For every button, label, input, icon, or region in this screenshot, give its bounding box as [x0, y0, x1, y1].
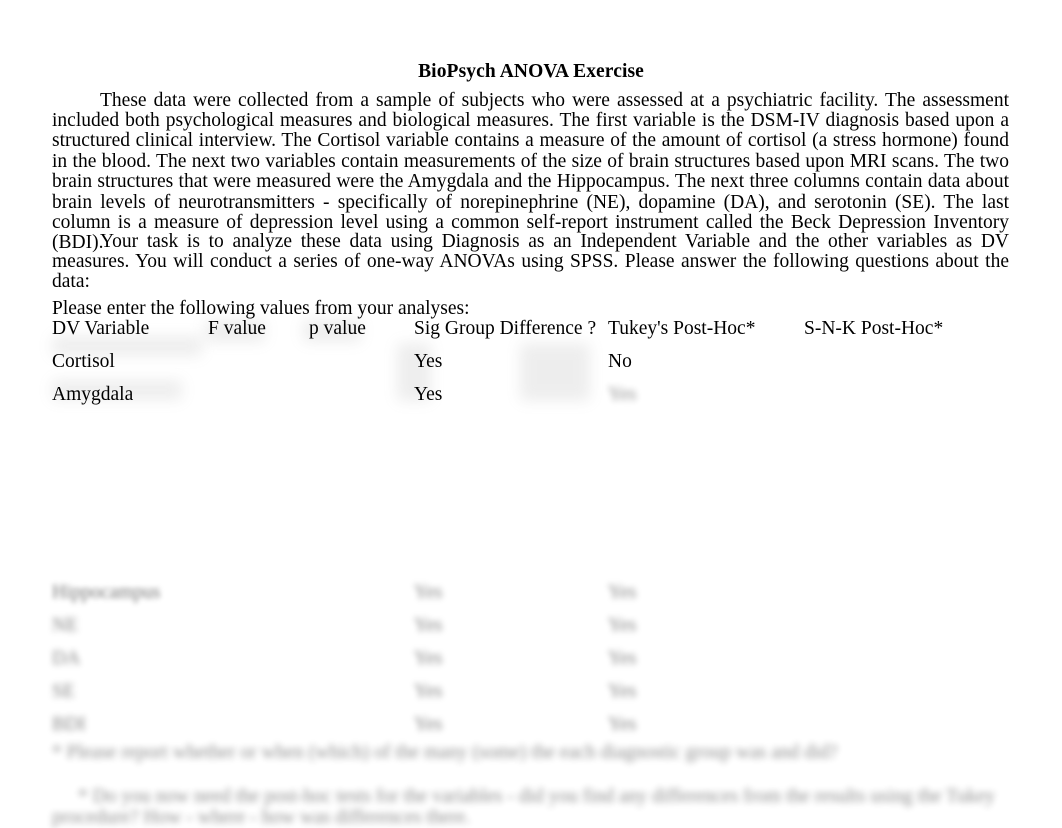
table-row: Amygdala Yes Yes [52, 385, 1032, 425]
cell-dv-amygdala: Amygdala [52, 384, 134, 405]
cell-tukey-se[interactable]: Yes [608, 682, 804, 715]
cell-tukey-ne[interactable]: Yes [608, 616, 804, 649]
column-header-sig: Sig Group Difference ? [414, 318, 597, 339]
page-title: BioPsych ANOVA Exercise [418, 61, 644, 83]
table-row: DA Yes Yes [52, 649, 1032, 682]
enter-values-prompt: Please enter the following values from y… [52, 298, 470, 319]
column-header-tukey: Tukey's Post-Hoc* [608, 318, 756, 339]
cell-f-ne[interactable] [208, 616, 309, 649]
cell-p-ne[interactable] [309, 616, 414, 649]
cell-p-da[interactable] [309, 649, 414, 682]
cell-dv-ne: NE [52, 615, 78, 636]
cell-sig-cortisol[interactable]: Yes [414, 352, 608, 385]
column-header-snk: S-N-K Post-Hoc* [804, 318, 944, 339]
cell-sig-da[interactable]: Yes [414, 649, 608, 682]
cell-dv-cortisol: Cortisol [52, 351, 115, 372]
table-row: SE Yes Yes [52, 682, 1032, 715]
cell-snk-cortisol[interactable] [804, 352, 1032, 385]
cell-snk-hippocampus[interactable] [804, 583, 1032, 616]
cell-f-amygdala[interactable] [208, 385, 309, 425]
cell-p-cortisol[interactable] [309, 352, 414, 385]
cell-dv-da: DA [52, 648, 81, 669]
document-page: BioPsych ANOVA Exercise These data were … [0, 0, 1062, 828]
task-paragraph: Your task is to analyze these data using… [52, 230, 1009, 293]
footnote-question-2: * Do you now need the post-hoc tests for… [52, 785, 996, 828]
cell-p-se[interactable] [309, 682, 414, 715]
cell-snk-da[interactable] [804, 649, 1032, 682]
anova-results-table: DV Variable F value p value Sig Group Di… [52, 319, 1032, 748]
cell-f-da[interactable] [208, 649, 309, 682]
cell-tukey-cortisol[interactable]: No [608, 352, 804, 385]
cell-p-hippocampus[interactable] [309, 583, 414, 616]
cell-tukey-da[interactable]: Yes [608, 649, 804, 682]
table-row: Cortisol Yes No [52, 352, 1032, 385]
cell-dv-se: SE [52, 681, 75, 702]
column-header-dv: DV Variable [52, 318, 150, 339]
cell-sig-se[interactable]: Yes [414, 682, 608, 715]
table-spacer-row [52, 425, 1032, 583]
table-header-row: DV Variable F value p value Sig Group Di… [52, 319, 1032, 352]
cell-snk-se[interactable] [804, 682, 1032, 715]
cell-tukey-hippocampus[interactable]: Yes [608, 583, 804, 616]
cell-tukey-amygdala[interactable]: Yes [608, 385, 804, 425]
table-row: NE Yes Yes [52, 616, 1032, 649]
cell-dv-hippocampus: Hippocampus [52, 582, 161, 603]
cell-f-cortisol[interactable] [208, 352, 309, 385]
cell-f-se[interactable] [208, 682, 309, 715]
cell-sig-ne[interactable]: Yes [414, 616, 608, 649]
cell-snk-ne[interactable] [804, 616, 1032, 649]
cell-snk-amygdala[interactable] [804, 385, 1032, 425]
cell-sig-amygdala[interactable]: Yes [414, 385, 608, 425]
cell-f-hippocampus[interactable] [208, 583, 309, 616]
cell-p-amygdala[interactable] [309, 385, 414, 425]
column-header-f: F value [208, 318, 266, 339]
intro-paragraph: These data were collected from a sample … [52, 89, 1009, 254]
column-header-p: p value [309, 318, 366, 339]
table-row: Hippocampus Yes Yes [52, 583, 1032, 616]
footnote-question-1: * Please report whether or when (which) … [52, 741, 838, 763]
cell-sig-hippocampus[interactable]: Yes [414, 583, 608, 616]
